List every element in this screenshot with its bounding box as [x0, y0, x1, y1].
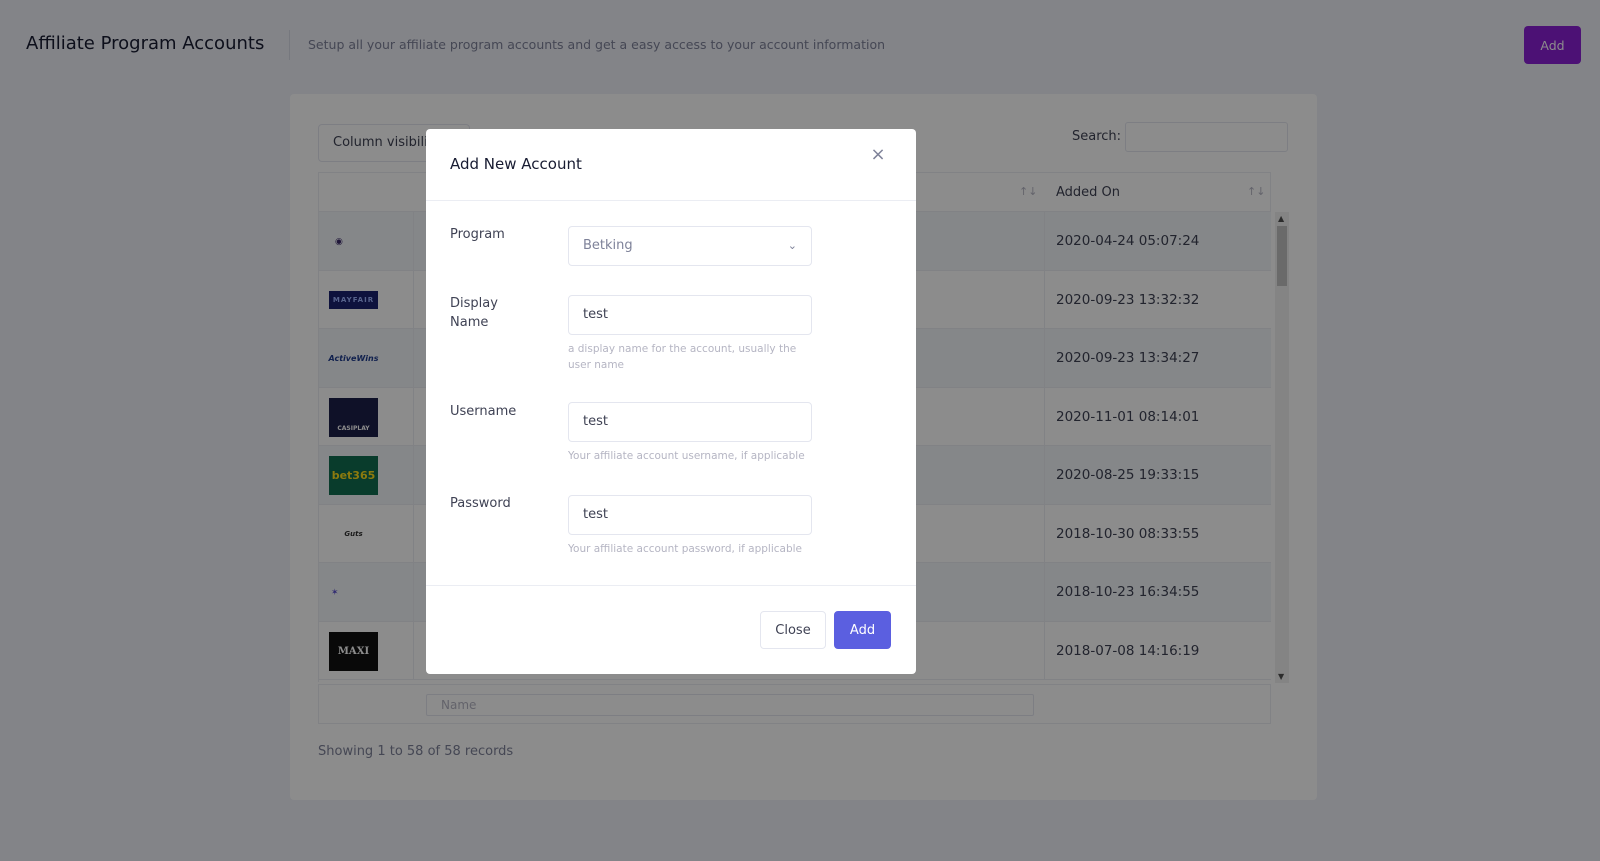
add-account-modal: Add New Account × Program Betking ⌄ Disp… [426, 129, 916, 674]
program-select-value: Betking [583, 238, 633, 253]
username-input[interactable]: test [568, 402, 812, 442]
program-select[interactable]: Betking ⌄ [568, 226, 812, 266]
password-label: Password [450, 496, 511, 511]
program-label: Program [450, 227, 505, 242]
chevron-down-icon: ⌄ [787, 239, 797, 252]
modal-title: Add New Account [450, 155, 582, 173]
modal-close-button[interactable]: Close [760, 611, 826, 649]
display-name-input[interactable]: test [568, 295, 812, 335]
display-name-label: Display Name [450, 294, 498, 332]
username-help: Your affiliate account username, if appl… [568, 450, 805, 462]
modal-footer: Close Add [426, 585, 916, 674]
password-help: Your affiliate account password, if appl… [568, 543, 803, 555]
display-name-help: a display name for the account, usually … [568, 343, 797, 371]
username-label: Username [450, 404, 517, 419]
password-input[interactable]: test [568, 495, 812, 535]
close-icon[interactable]: × [866, 143, 890, 167]
display-name-label-line: Display [450, 296, 498, 311]
modal-add-button[interactable]: Add [834, 611, 891, 649]
display-name-label-line: Name [450, 315, 489, 330]
modal-header: Add New Account × [426, 129, 916, 201]
